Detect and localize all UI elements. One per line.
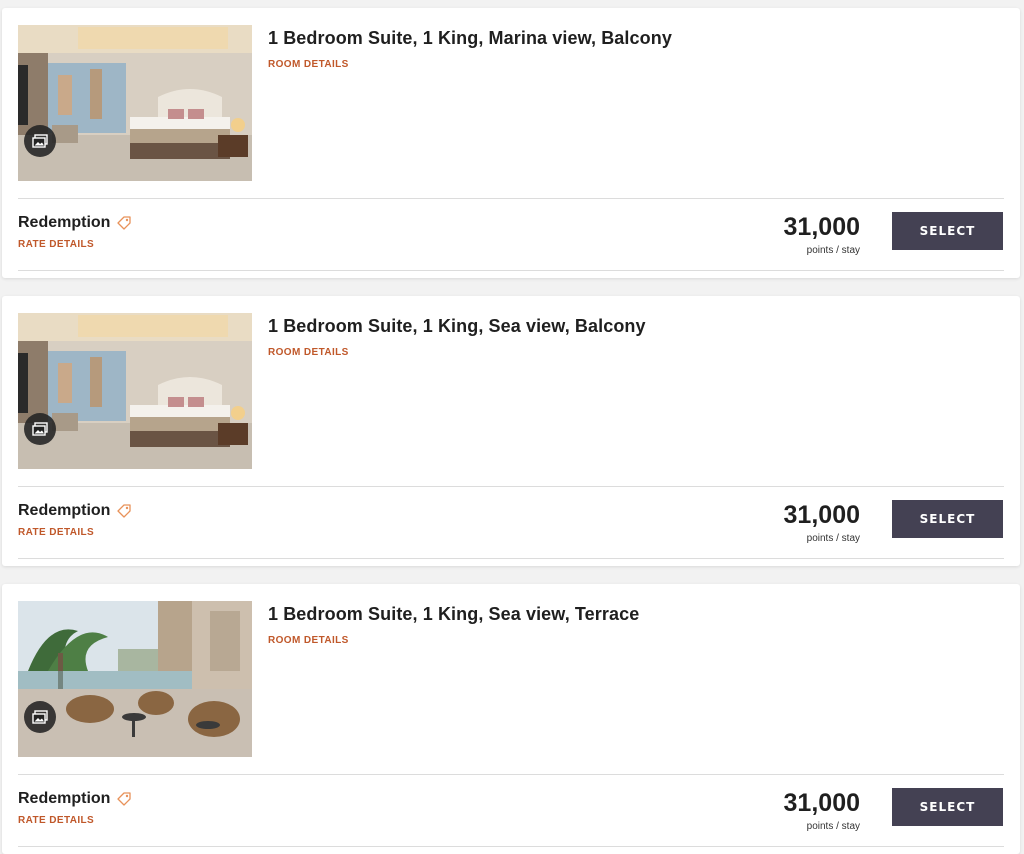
divider	[18, 198, 1004, 199]
divider	[18, 774, 1004, 775]
room-details-link[interactable]: ROOM DETAILS	[268, 635, 349, 646]
gallery-icon[interactable]	[24, 701, 56, 733]
divider	[18, 270, 1004, 271]
terrace-photo	[18, 601, 252, 757]
room-card: 1 Bedroom Suite, 1 King, Marina view, Ba…	[2, 8, 1020, 278]
points-unit: points / stay	[806, 533, 860, 544]
bedroom-photo	[18, 313, 252, 469]
points-value: 31,000	[783, 501, 860, 529]
points-value: 31,000	[783, 789, 860, 817]
divider	[18, 486, 1004, 487]
gallery-icon[interactable]	[24, 125, 56, 157]
room-card: 1 Bedroom Suite, 1 King, Sea view, Terra…	[2, 584, 1020, 854]
room-photo[interactable]	[18, 25, 252, 181]
room-title: 1 Bedroom Suite, 1 King, Sea view, Terra…	[268, 604, 640, 624]
rate-name-label: Redemption	[18, 214, 111, 231]
points-unit: points / stay	[806, 245, 860, 256]
select-button[interactable]: SELECT	[892, 500, 1003, 538]
tag-icon	[117, 216, 132, 230]
points-value: 31,000	[783, 213, 860, 241]
rate-details-link[interactable]: RATE DETAILS	[18, 527, 94, 538]
room-photo[interactable]	[18, 313, 252, 469]
rate-name: Redemption	[18, 214, 132, 232]
room-details-link[interactable]: ROOM DETAILS	[268, 59, 349, 70]
room-title: 1 Bedroom Suite, 1 King, Sea view, Balco…	[268, 316, 646, 336]
divider	[18, 558, 1004, 559]
points-unit: points / stay	[806, 821, 860, 832]
rate-name: Redemption	[18, 790, 132, 808]
gallery-icon[interactable]	[24, 413, 56, 445]
room-photo[interactable]	[18, 601, 252, 757]
bedroom-photo	[18, 25, 252, 181]
rate-details-link[interactable]: RATE DETAILS	[18, 815, 94, 826]
room-card: 1 Bedroom Suite, 1 King, Sea view, Balco…	[2, 296, 1020, 566]
rate-name-label: Redemption	[18, 790, 111, 807]
divider	[18, 846, 1004, 847]
select-button[interactable]: SELECT	[892, 212, 1003, 250]
room-details-link[interactable]: ROOM DETAILS	[268, 347, 349, 358]
tag-icon	[117, 504, 132, 518]
rate-details-link[interactable]: RATE DETAILS	[18, 239, 94, 250]
select-button[interactable]: SELECT	[892, 788, 1003, 826]
rate-name: Redemption	[18, 502, 132, 520]
room-list: 1 Bedroom Suite, 1 King, Marina view, Ba…	[0, 0, 1024, 854]
room-title: 1 Bedroom Suite, 1 King, Marina view, Ba…	[268, 28, 672, 48]
tag-icon	[117, 792, 132, 806]
rate-name-label: Redemption	[18, 502, 111, 519]
